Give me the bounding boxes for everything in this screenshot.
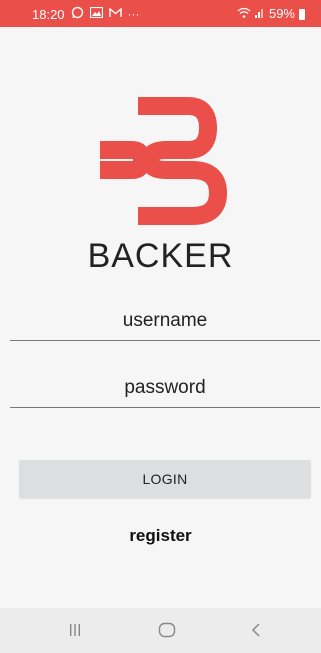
- back-button[interactable]: [244, 620, 268, 640]
- whatsapp-icon: [71, 6, 84, 22]
- password-field[interactable]: [10, 369, 320, 408]
- username-field[interactable]: [10, 302, 320, 341]
- wifi-icon: [237, 7, 251, 21]
- gallery-icon: [89, 6, 103, 21]
- gmail-icon: [108, 7, 122, 21]
- backer-logo-icon: [100, 97, 227, 225]
- back-icon: [251, 623, 260, 637]
- battery-icon: [299, 9, 305, 20]
- signal-icon: [254, 7, 265, 21]
- recent-apps-icon: [70, 624, 80, 636]
- username-field-container: [10, 302, 320, 342]
- status-time: 18:20: [32, 6, 65, 22]
- status-right: 59%: [237, 6, 305, 21]
- more-notifications-icon: ···: [127, 7, 140, 21]
- status-left: 18:20 ···: [32, 6, 140, 22]
- status-bar: 18:20 ··· 59%: [0, 0, 321, 27]
- login-button[interactable]: LOGIN: [19, 460, 311, 498]
- register-link[interactable]: register: [0, 526, 321, 546]
- password-field-container: [10, 369, 320, 409]
- system-nav-bar: [0, 608, 321, 653]
- battery-percent: 59%: [268, 6, 295, 21]
- home-button[interactable]: [155, 620, 179, 640]
- recent-apps-button[interactable]: [63, 620, 87, 640]
- home-icon: [158, 622, 176, 638]
- app-title: BACKER: [87, 237, 234, 275]
